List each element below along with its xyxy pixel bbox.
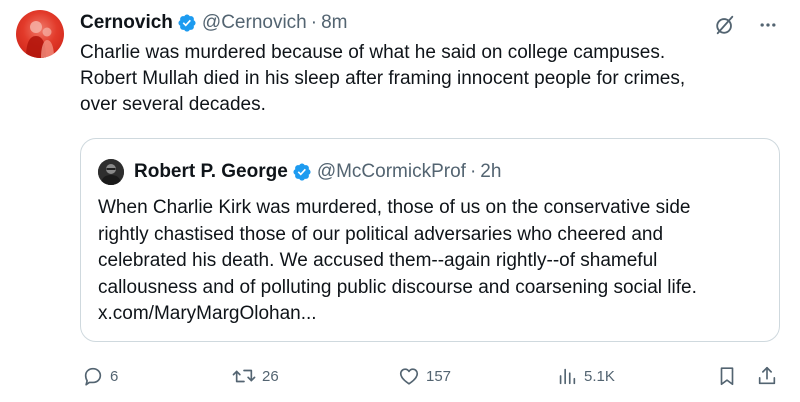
reply-icon [84,367,102,386]
views-count: 5.1K [584,367,615,385]
quoted-author-name[interactable]: Robert P. George [134,161,288,183]
author-handle[interactable]: @Cernovich [202,12,307,34]
views-button[interactable]: 5.1K [556,364,615,388]
reply-button[interactable]: 6 [82,364,118,388]
tweet-text-line: over several decades. [80,94,266,115]
quoted-text-line: rightly chastised those of our political… [98,223,664,245]
author-avatar-image [26,21,54,58]
quoted-header-separator: · [469,161,477,182]
bookmark-button[interactable] [716,364,738,388]
tweet-top-actions [714,14,778,36]
quoted-tweet-header: Robert P. George @McCormickProf · 2h [98,159,501,185]
header-separator: · [310,12,318,33]
quoted-author-avatar[interactable] [98,159,124,185]
views-icon [559,368,576,385]
like-count: 157 [426,367,452,385]
quoted-tweet-timestamp[interactable]: 2h [480,161,501,183]
verified-badge-icon [293,163,311,181]
repost-icon [232,369,256,383]
quoted-text-line: celebrated his death. We accused them--a… [98,250,658,271]
quoted-author-avatar-image [98,159,124,185]
quoted-tweet-text: When Charlie Kirk was murdered, those of… [98,195,768,328]
tweet-text-line: Robert Mullah died in his sleep after fr… [80,68,686,89]
repost-button[interactable]: 26 [232,364,279,388]
tweet-timestamp[interactable]: 8m [321,12,347,34]
verified-badge-icon [178,14,196,32]
grok-icon[interactable] [714,14,736,36]
quoted-text-line: callousness and of polluting public disc… [98,276,697,298]
like-icon [399,368,419,385]
tweet-action-bar: 6 26 157 5.1K [80,364,780,388]
share-icon [758,366,776,385]
bookmark-icon [720,367,734,386]
quoted-text-line: When Charlie Kirk was murdered, those of… [98,197,691,218]
like-button[interactable]: 157 [398,364,451,388]
share-button[interactable] [756,364,778,388]
quoted-tweet-card[interactable]: Robert P. George @McCormickProf · 2h Whe… [80,138,780,342]
author-avatar[interactable] [16,10,64,58]
tweet-text-line: Charlie was murdered because of what he … [80,42,666,63]
tweet-text: Charlie was murdered because of what he … [80,40,780,118]
author-name[interactable]: Cernovich [80,12,173,34]
repost-count: 26 [262,367,279,385]
reply-count: 6 [110,367,119,385]
tweet-header: Cernovich @Cernovich · 8m [80,12,347,34]
more-icon[interactable] [758,15,778,35]
quoted-author-handle[interactable]: @McCormickProf [317,161,466,183]
quoted-link[interactable]: x.com/MaryMargOlohan... [98,301,768,328]
